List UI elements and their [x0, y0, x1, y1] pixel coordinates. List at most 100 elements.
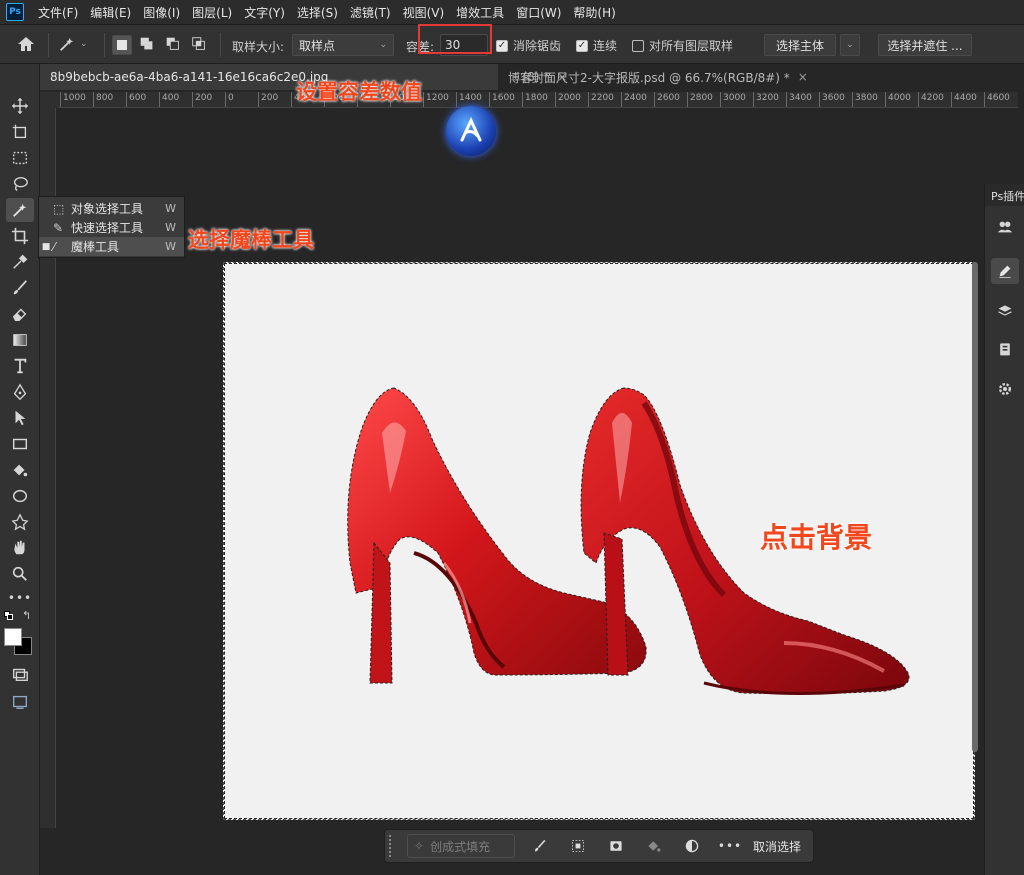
menu-help[interactable]: 帮助(H) — [567, 4, 621, 21]
pen-tool[interactable] — [6, 380, 34, 404]
magic-wand-icon — [60, 37, 74, 51]
ellipse-tool[interactable] — [6, 484, 34, 508]
subtract-selection-button[interactable] — [164, 35, 184, 55]
menu-image[interactable]: 图像(I) — [137, 4, 186, 21]
contiguous-checkbox[interactable]: ✓ 连续 — [576, 37, 617, 54]
hand-tool[interactable] — [6, 536, 34, 560]
options-bar: ⌄ 取样大小: 取样点 ⌄ 容差: 30 ✓ 消除锯齿 ✓ 连续 对所有图层取样… — [0, 24, 1024, 64]
canvas-scrollbar[interactable] — [972, 262, 978, 752]
ruler-tick: 2000 — [555, 92, 581, 107]
brush-edit-icon — [535, 839, 546, 852]
deselect-button[interactable]: 取消选择 — [753, 838, 801, 855]
swap-colors-icon[interactable]: ↰ — [22, 609, 31, 622]
layers-icon[interactable] — [991, 298, 1019, 324]
more-tools[interactable]: ••• — [6, 586, 34, 610]
menu-edit[interactable]: 编辑(E) — [84, 4, 137, 21]
contiguous-label: 连续 — [593, 39, 618, 53]
paint-bucket-tool[interactable] — [6, 458, 34, 482]
tolerance-highlight-box — [418, 24, 492, 54]
edit-pen-icon[interactable] — [991, 258, 1019, 284]
shortcut-key: W — [165, 202, 176, 215]
paint-bucket-icon — [648, 841, 661, 852]
rectangle-marquee-icon — [13, 151, 27, 165]
tab-jpg-document[interactable]: 8b9bebcb-ae6a-4ba6-a141-16e16ca6c2e0.jpg… — [40, 64, 567, 90]
tab-psd-document[interactable]: 博客封面尺寸2-大字报版.psd @ 66.7%(RGB/8#) * × — [498, 64, 818, 90]
fill-button[interactable] — [635, 834, 673, 858]
menu-type[interactable]: 文字(Y) — [238, 4, 291, 21]
antialias-checkbox[interactable]: ✓ 消除锯齿 — [496, 37, 561, 54]
more-options-button[interactable]: ••• — [711, 834, 749, 858]
add-to-selection-icon — [140, 37, 153, 50]
select-subject-dropdown[interactable]: ⌄ — [840, 34, 860, 56]
photoshop-logo: Ps — [6, 3, 24, 21]
gear-icon[interactable] — [991, 376, 1019, 402]
adjustment-button[interactable] — [673, 834, 711, 858]
type-tool[interactable] — [6, 354, 34, 378]
tool-preset-picker[interactable]: ⌄ — [58, 34, 98, 54]
select-and-mask-button[interactable]: 选择并遮住 ... — [878, 34, 972, 56]
brush-tool[interactable] — [6, 276, 34, 300]
sparkle-icon: ✧ — [414, 839, 425, 853]
more-icon: ••• — [717, 839, 743, 853]
menu-select[interactable]: 选择(S) — [291, 4, 344, 21]
modify-selection-button[interactable] — [521, 834, 559, 858]
mask-button[interactable] — [597, 834, 635, 858]
intersect-selection-button[interactable] — [190, 35, 210, 55]
annotation-click-background: 点击背景 — [760, 521, 873, 554]
menu-plugins[interactable]: 增效工具 — [450, 4, 510, 21]
puppet-icon — [11, 513, 29, 531]
add-selection-button[interactable] — [138, 35, 158, 55]
ruler-tick: 2200 — [588, 92, 614, 107]
more-icon: ••• — [7, 591, 33, 605]
screen-mode-icon — [13, 695, 27, 709]
rectangle-tool[interactable] — [6, 432, 34, 456]
tools-panel: ••• ↰ — [0, 64, 40, 875]
menu-filter[interactable]: 滤镜(T) — [344, 4, 397, 21]
eraser-tool[interactable] — [6, 302, 34, 326]
flyout-item-label: 魔棒工具 — [71, 240, 120, 254]
shortcut-key: W — [165, 240, 176, 253]
ruler-tick: 4600 — [984, 92, 1010, 107]
new-selection-button[interactable] — [112, 35, 132, 55]
clipboard-icon[interactable] — [991, 336, 1019, 362]
menu-layer[interactable]: 图层(L) — [186, 4, 238, 21]
zoom-tool[interactable] — [6, 562, 34, 586]
default-colors-icon[interactable] — [4, 611, 14, 621]
eyedropper-icon — [13, 254, 28, 269]
gradient-tool[interactable] — [6, 328, 34, 352]
quick-selection-tool-item[interactable]: ✎ 快速选择工具 W — [39, 218, 184, 237]
subtract-from-selection-icon — [166, 37, 179, 50]
menu-window[interactable]: 窗口(W) — [510, 4, 567, 21]
generative-fill-label: 创成式填充 — [430, 839, 491, 854]
zoom-icon — [12, 566, 27, 581]
invert-selection-button[interactable] — [559, 834, 597, 858]
eyedropper-tool[interactable] — [6, 250, 34, 274]
menu-file[interactable]: 文件(F) — [32, 4, 84, 21]
home-icon[interactable] — [16, 34, 38, 54]
lasso-tool[interactable] — [6, 172, 34, 196]
magic-wand-tool-item[interactable]: ■ ⁄ 魔棒工具 W — [39, 237, 184, 256]
invert-selection-icon — [572, 840, 584, 852]
path-selection-tool[interactable] — [6, 406, 34, 430]
ruler-tick: 600 — [126, 92, 146, 107]
crop-tool[interactable] — [6, 224, 34, 248]
object-selection-tool-item[interactable]: ⬚ 对象选择工具 W — [39, 199, 184, 218]
menu-view[interactable]: 视图(V) — [397, 4, 451, 21]
people-icon[interactable] — [991, 214, 1019, 240]
sample-all-layers-checkbox[interactable]: 对所有图层取样 — [632, 37, 733, 54]
move-tool[interactable] — [6, 94, 34, 118]
puppet-warp-tool[interactable] — [6, 510, 34, 534]
artboard-tool[interactable] — [6, 120, 34, 144]
magic-wand-tool[interactable] — [6, 198, 34, 222]
check-icon: ✓ — [576, 39, 588, 52]
select-subject-button[interactable]: 选择主体 — [764, 34, 836, 56]
marquee-tool[interactable] — [6, 146, 34, 170]
generative-fill-button[interactable]: ✧ 创成式填充 — [407, 834, 515, 858]
type-icon — [14, 358, 27, 374]
foreground-color-swatch[interactable] — [4, 628, 22, 646]
quick-mask-button[interactable] — [6, 662, 34, 686]
sample-size-select[interactable]: 取样点 ⌄ — [292, 34, 394, 56]
close-icon[interactable]: × — [798, 70, 808, 84]
drag-handle[interactable] — [389, 835, 397, 857]
screen-mode-button[interactable] — [6, 690, 34, 714]
